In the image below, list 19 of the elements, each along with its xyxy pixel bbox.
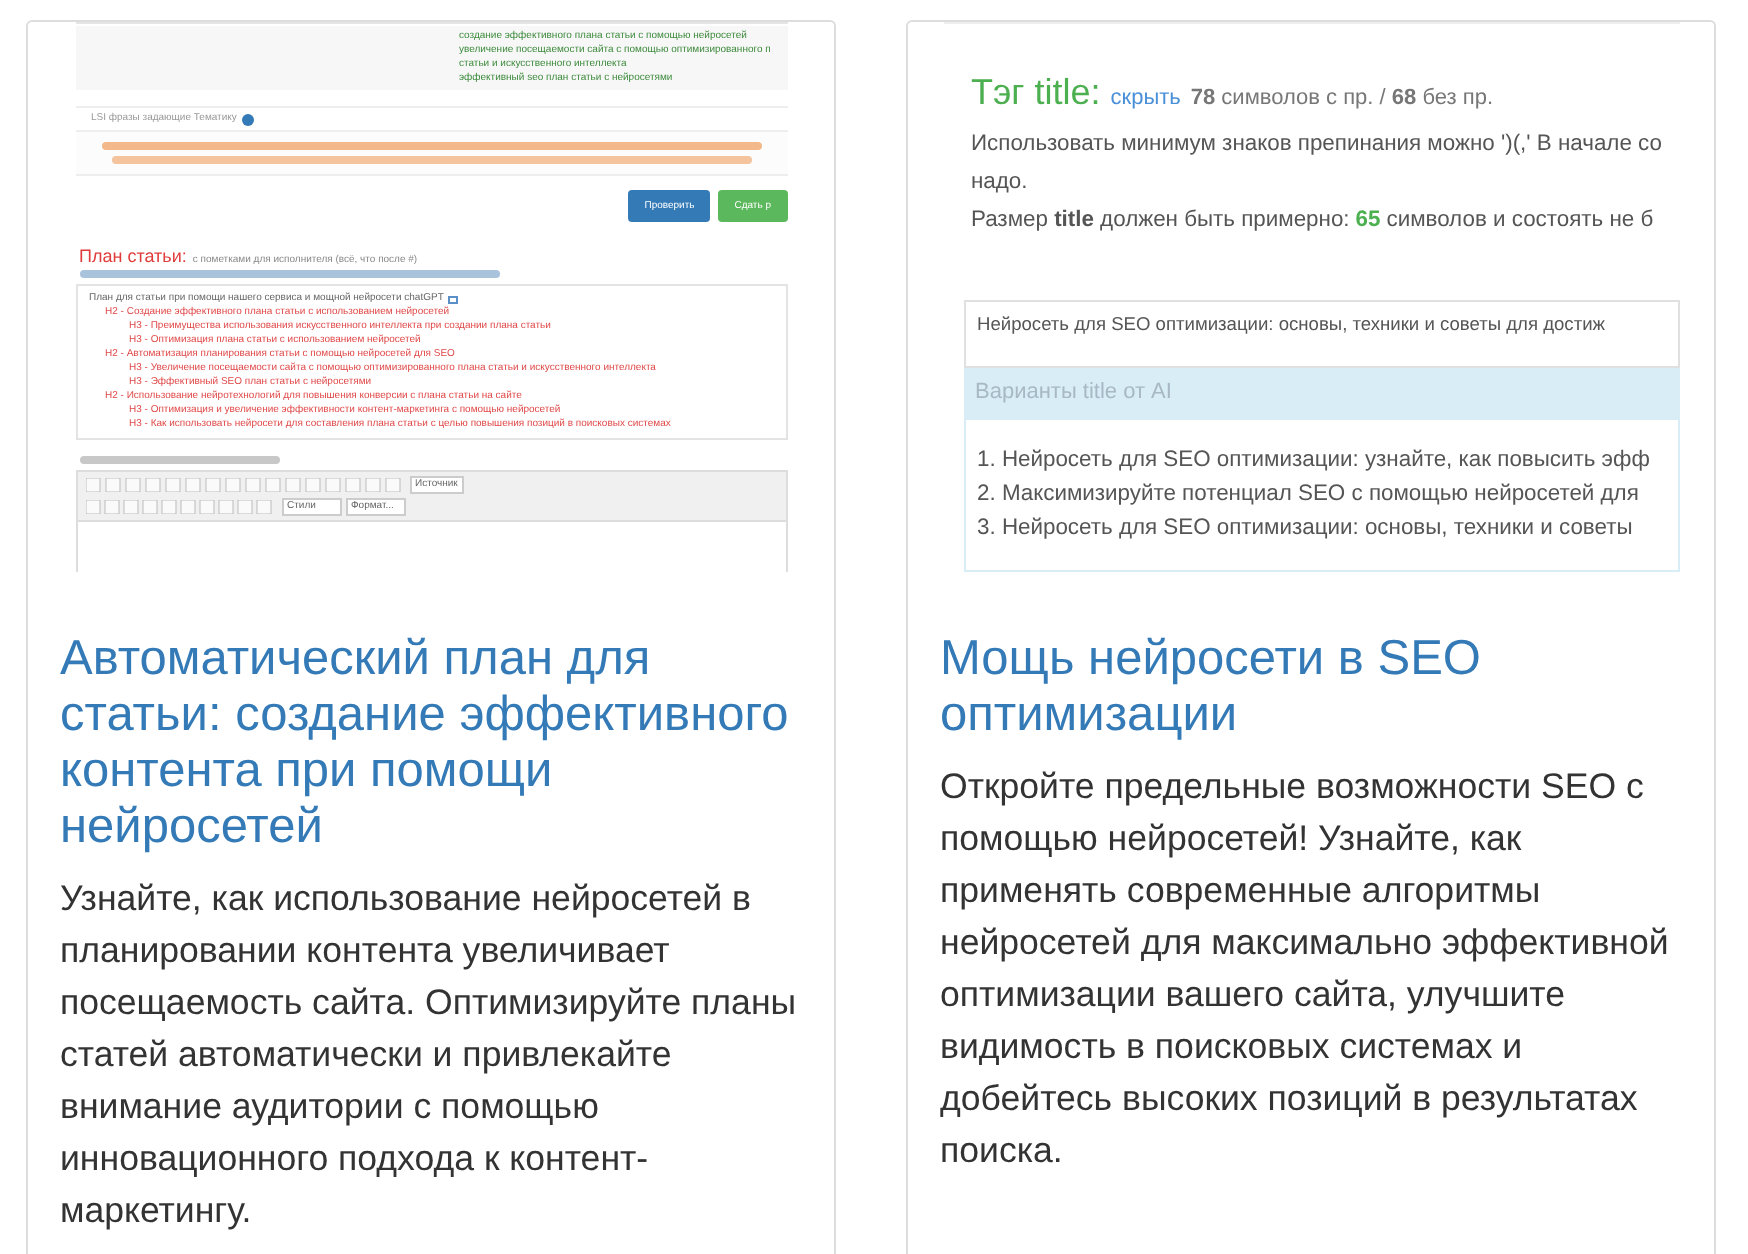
rule-text: надо. <box>971 168 1030 198</box>
article-description: Узнайте, как использование нейросетей в планировании контента увеличивает посещаемость сайта. Оптимизируйте планы статей автоматически и привлекайте внимание аудитории с помощью инновационного подхода к контент-маркетингу. <box>60 876 799 1234</box>
article-title[interactable]: Мощь нейросети в SEO оптимизации <box>940 632 1682 744</box>
size-rule-text: Размер title должен быть примерно: <box>971 206 1350 236</box>
help-icon <box>242 113 255 125</box>
size-value: 65 <box>1355 206 1381 236</box>
title-variant: 1. Нейросеть для SEO оптимизации: узнайте, как повысить эфф <box>977 446 1652 476</box>
tag-heading: Тэг title: <box>971 70 1101 116</box>
rule-text: Использовать минимум знаков препинания можно ')(,' В начале со <box>971 130 1664 160</box>
article-description: Откройте предельные возможности SEO с помощью нейросетей! Узнайте, как применять современные алгоритмы нейросетей для максимально эффективной оптимизации вашего сайта, улучшите видимость в поисковых системах и добейтесь высоких позиций в результатах поиска. <box>940 764 1671 1174</box>
title-variant: 3. Нейросеть для SEO оптимизации: основы, техники и советы <box>977 514 1635 544</box>
plan-heading: План статьи: <box>79 246 187 266</box>
hide-link[interactable]: скрыть <box>1110 80 1181 118</box>
title-variant: 2. Максимизируйте потенциал SEO с помощью нейросетей для <box>977 480 1641 510</box>
edit-icon <box>447 295 458 303</box>
character-count: 78 символов с пр. / 68 без пр. <box>1190 84 1493 114</box>
title-field[interactable]: Нейросеть для SEO оптимизации: основы, техники и советы для достиж <box>963 300 1679 369</box>
article-title[interactable]: Автоматический план для статьи: создание эффективного контента при помощи нейросетей <box>60 632 802 856</box>
size-rule-text: символов и состоять не б <box>1386 206 1654 236</box>
